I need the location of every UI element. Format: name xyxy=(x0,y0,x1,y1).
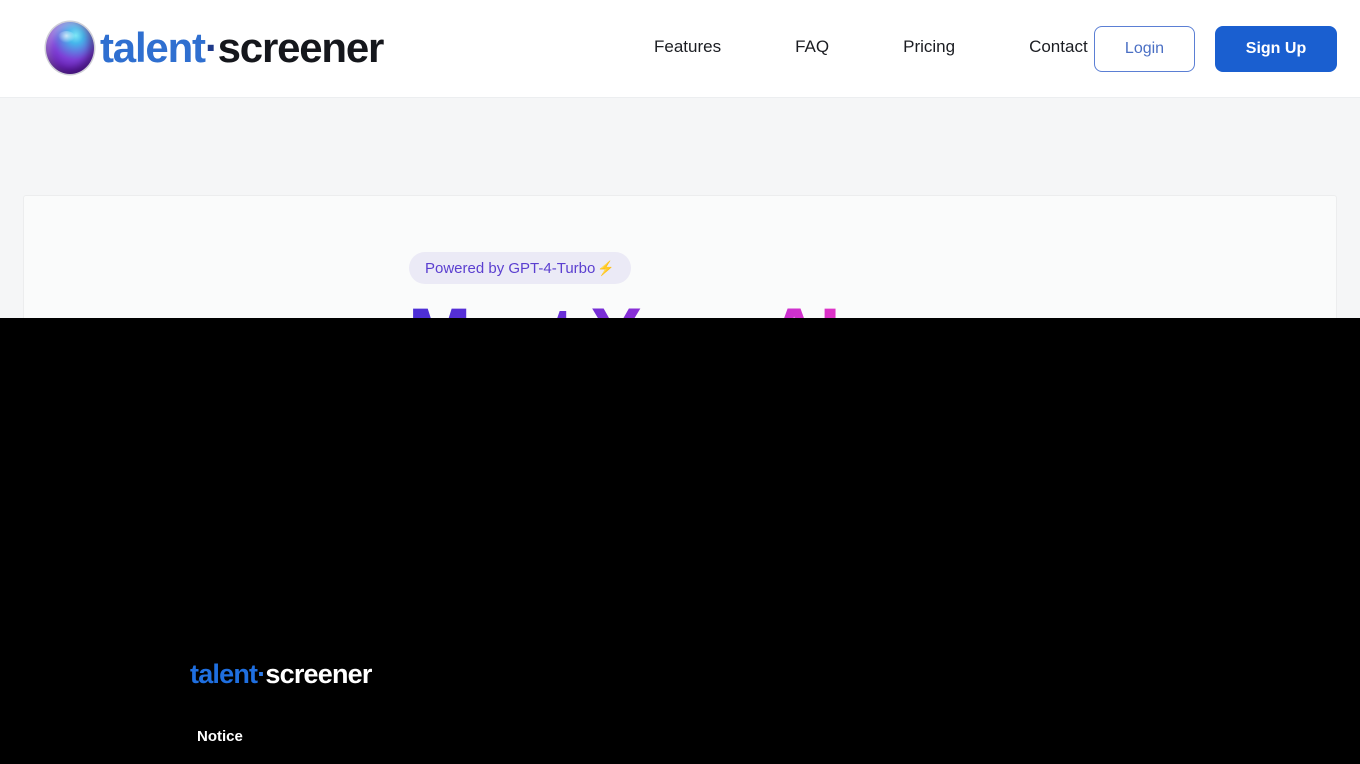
banner-logo-screener: screener xyxy=(265,659,372,689)
cookie-consent-banner: talent·screener Notice We and selected t… xyxy=(0,318,1360,764)
nav-item-contact[interactable]: Contact xyxy=(1029,37,1088,57)
hero-badge-label: Powered by GPT-4-Turbo xyxy=(425,259,596,277)
banner-logo: talent·screener xyxy=(190,661,372,688)
brand-orb-icon xyxy=(46,22,94,74)
main-navigation: Features FAQ Pricing Contact xyxy=(654,37,1088,57)
banner-logo-talent: talent xyxy=(190,659,258,689)
banner-title: Notice xyxy=(197,728,243,745)
brand-word-separator: · xyxy=(204,24,219,71)
brand-wordmark: talent·screener xyxy=(100,24,385,71)
site-header: talent·screener Features FAQ Pricing Con… xyxy=(0,0,1360,98)
brand-word-talent: talent xyxy=(100,24,206,71)
brand-logo[interactable]: talent·screener xyxy=(46,22,385,74)
login-button[interactable]: Login xyxy=(1094,26,1195,72)
header-actions: Login Sign Up xyxy=(1094,26,1337,72)
bolt-icon: ⚡ xyxy=(597,259,615,276)
signup-button[interactable]: Sign Up xyxy=(1215,26,1337,72)
nav-item-features[interactable]: Features xyxy=(654,37,721,57)
hero-badge: Powered by GPT-4-Turbo ⚡ xyxy=(409,252,631,284)
nav-item-faq[interactable]: FAQ xyxy=(795,37,829,57)
nav-item-pricing[interactable]: Pricing xyxy=(903,37,955,57)
brand-word-screener: screener xyxy=(217,24,385,71)
